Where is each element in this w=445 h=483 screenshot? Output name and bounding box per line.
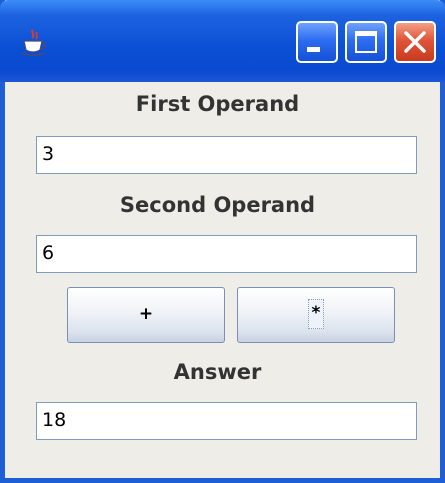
close-icon	[404, 31, 426, 53]
second-operand-field[interactable]: 6	[36, 235, 417, 273]
maximize-icon	[355, 31, 377, 53]
first-operand-label: First Operand	[135, 92, 300, 116]
plus-button[interactable]: +	[67, 287, 225, 343]
multiply-button[interactable]: *	[237, 287, 395, 343]
answer-label: Answer	[173, 360, 262, 384]
maximize-button[interactable]	[345, 21, 387, 63]
first-operand-field[interactable]: 3	[36, 136, 417, 174]
answer-field[interactable]: 18	[36, 402, 417, 440]
minimize-icon	[307, 47, 320, 52]
plus-button-label: +	[138, 304, 154, 324]
title-bar[interactable]	[0, 0, 445, 82]
second-operand-label: Second Operand	[119, 193, 316, 217]
multiply-button-label: *	[307, 299, 325, 329]
java-coffee-cup-icon	[21, 29, 47, 57]
close-button[interactable]	[394, 21, 436, 63]
minimize-button[interactable]	[296, 21, 338, 63]
